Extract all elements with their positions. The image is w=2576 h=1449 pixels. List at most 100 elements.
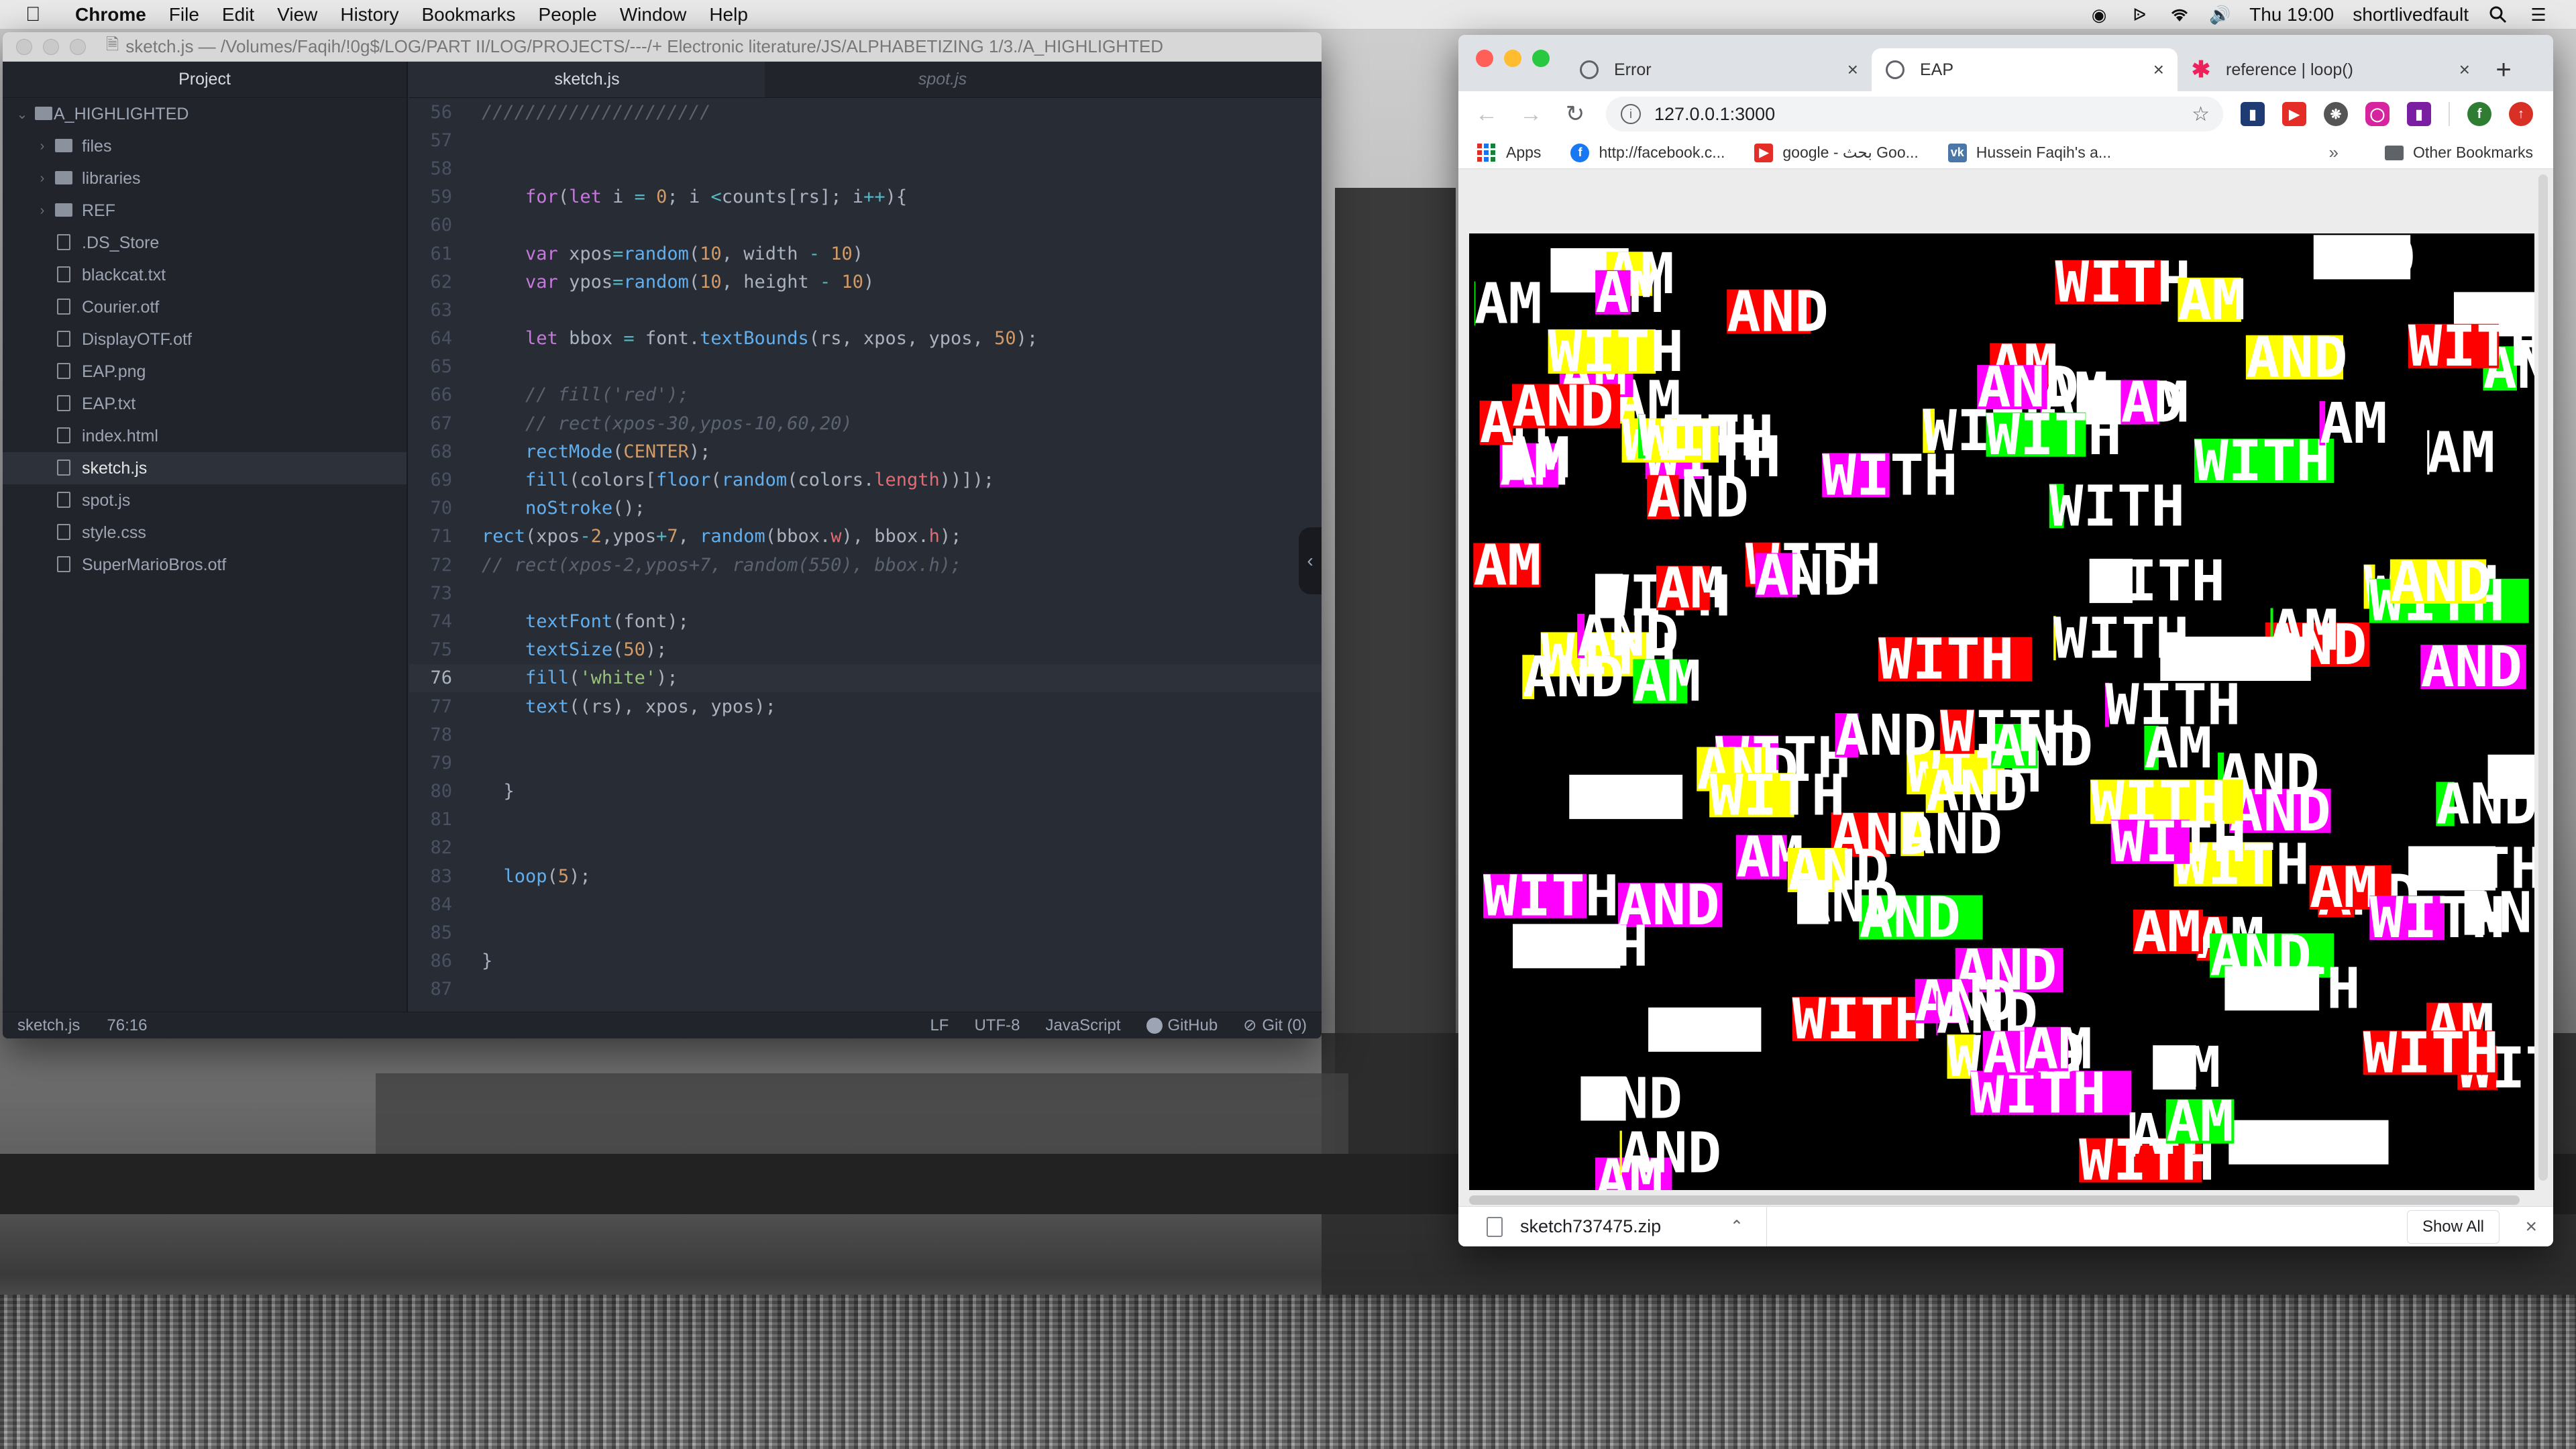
code-line[interactable]: 70 noStroke();: [409, 494, 1322, 523]
menu-app-name[interactable]: Chrome: [75, 4, 146, 25]
tree-file[interactable]: spot.js: [3, 484, 407, 517]
menu-view[interactable]: View: [277, 4, 317, 25]
extension-icon-1[interactable]: ▮: [2241, 102, 2265, 126]
volume-icon[interactable]: 🔊: [2209, 5, 2231, 25]
tree-file[interactable]: Courier.otf: [3, 291, 407, 323]
show-all-downloads-button[interactable]: Show All: [2406, 1210, 2500, 1244]
creative-cloud-icon[interactable]: ◉: [2088, 5, 2110, 25]
code-line[interactable]: 66 // fill('red');: [409, 381, 1322, 409]
code-line[interactable]: 83 loop(5);: [409, 862, 1322, 890]
update-icon[interactable]: ↑: [2509, 102, 2533, 126]
code-line[interactable]: 57: [409, 126, 1322, 154]
menu-file[interactable]: File: [169, 4, 199, 25]
tree-file[interactable]: SuperMarioBros.otf: [3, 549, 407, 581]
menu-window[interactable]: Window: [620, 4, 687, 25]
tree-file[interactable]: DisplayOTF.otf: [3, 323, 407, 356]
code-line[interactable]: 87: [409, 975, 1322, 1004]
code-line[interactable]: 76 fill('white');: [409, 663, 1322, 692]
code-line[interactable]: 73: [409, 579, 1322, 607]
close-downloads-bar-icon[interactable]: ×: [2525, 1216, 2537, 1238]
menu-history[interactable]: History: [340, 4, 398, 25]
close-tab-icon[interactable]: ×: [2459, 59, 2470, 80]
editor-titlebar[interactable]: 🗎 sketch.js — /Volumes/Faqih/!0g$/LOG/PA…: [3, 32, 1322, 62]
apple-icon[interactable]: : [25, 3, 52, 26]
close-window-button[interactable]: [1476, 50, 1493, 67]
minimize-window-button[interactable]: [1504, 50, 1521, 67]
menu-people[interactable]: People: [539, 4, 597, 25]
collapse-panel-handle[interactable]: ‹: [1299, 527, 1322, 594]
code-line[interactable]: 82: [409, 834, 1322, 862]
bookmark-apps[interactable]: Apps: [1477, 144, 1541, 162]
code-editor[interactable]: 56 ///////////////////// 57 58 59 for(let i …: [409, 98, 1322, 1012]
extension-icon-5[interactable]: ▮: [2407, 102, 2431, 126]
code-line[interactable]: 72 // rect(xpos-2,ypos+7, random(550), bb…: [409, 551, 1322, 579]
wifi-icon[interactable]: [2169, 5, 2190, 24]
code-line[interactable]: 85: [409, 918, 1322, 947]
other-bookmarks[interactable]: Other Bookmarks: [2385, 144, 2533, 162]
tab-spot-js[interactable]: spot.js: [765, 62, 1120, 97]
reload-icon[interactable]: ↻: [1562, 101, 1589, 127]
code-line[interactable]: 86}: [409, 947, 1322, 975]
code-line[interactable]: 58: [409, 154, 1322, 182]
tree-folder-ref[interactable]: › REF: [3, 195, 407, 227]
code-line[interactable]: 84: [409, 890, 1322, 918]
chrome-tab-eap[interactable]: EAP ×: [1872, 48, 2178, 91]
code-line[interactable]: 59 for(let i = 0; i <counts[rs]; i++){: [409, 183, 1322, 211]
status-file-name[interactable]: sketch.js: [17, 1016, 80, 1035]
status-line-ending[interactable]: LF: [930, 1016, 949, 1035]
tree-file[interactable]: index.html: [3, 420, 407, 452]
chevron-up-icon[interactable]: ⌃: [1730, 1217, 1743, 1236]
bluetooth-icon[interactable]: ᐉ: [2129, 5, 2150, 25]
tree-file[interactable]: blackcat.txt: [3, 259, 407, 291]
zoom-window-button[interactable]: [1532, 50, 1550, 67]
code-line[interactable]: 75 textSize(50);: [409, 636, 1322, 664]
user-name[interactable]: shortlivedfault: [2353, 4, 2469, 25]
code-line[interactable]: 67 // rect(xpos-30,ypos-10,60,20): [409, 409, 1322, 437]
bookmark-star-icon[interactable]: ☆: [2192, 103, 2210, 126]
status-git[interactable]: ⊘ Git (0): [1243, 1016, 1307, 1035]
code-line[interactable]: 80 }: [409, 777, 1322, 806]
code-line[interactable]: 71 rect(xpos-2,ypos+7, random(bbox.w), bb…: [409, 523, 1322, 551]
project-tree-header[interactable]: Project: [3, 62, 407, 98]
close-window-button[interactable]: [16, 38, 32, 55]
bookmark-facebook[interactable]: f http://facebook.c...: [1570, 143, 1725, 162]
code-line[interactable]: 56 /////////////////////: [409, 98, 1322, 126]
tab-sketch-js[interactable]: sketch.js: [409, 62, 765, 97]
spotlight-search-icon[interactable]: [2487, 5, 2509, 24]
extension-icon-3[interactable]: ❋: [2324, 102, 2348, 126]
bookmark-google-search[interactable]: ▶ google - بحث Goo...: [1754, 143, 1919, 162]
code-line[interactable]: 78: [409, 720, 1322, 749]
close-tab-icon[interactable]: ×: [2153, 59, 2164, 80]
chrome-tab-error[interactable]: Error ×: [1566, 48, 1872, 91]
p5-canvas[interactable]: ANDWITHWITHWITHAMAMAMWITHANDANDWITHANDAN…: [1469, 233, 2534, 1190]
vertical-scrollbar[interactable]: [2538, 174, 2548, 1181]
notification-center-icon[interactable]: ☰: [2528, 5, 2549, 25]
youtube-extension-icon[interactable]: ▶: [2282, 102, 2306, 126]
tree-file[interactable]: sketch.js: [3, 452, 407, 484]
profile-avatar[interactable]: f: [2467, 102, 2491, 126]
tree-file[interactable]: EAP.txt: [3, 388, 407, 420]
tree-root-folder[interactable]: ⌄ A_HIGHLIGHTED: [3, 98, 407, 130]
chrome-tab-reference-loop[interactable]: ✱ reference | loop() ×: [2178, 48, 2483, 91]
menu-bookmarks[interactable]: Bookmarks: [421, 4, 515, 25]
menu-help[interactable]: Help: [709, 4, 748, 25]
instagram-extension-icon[interactable]: ◯: [2365, 102, 2390, 126]
tree-file[interactable]: EAP.png: [3, 356, 407, 388]
clock[interactable]: Thu 19:00: [2249, 4, 2334, 25]
code-line[interactable]: 63: [409, 296, 1322, 324]
address-bar[interactable]: i 127.0.0.1:3000 ☆: [1606, 97, 2223, 131]
code-line[interactable]: 68 rectMode(CENTER);: [409, 437, 1322, 466]
menu-edit[interactable]: Edit: [222, 4, 254, 25]
back-arrow-icon[interactable]: ←: [1473, 101, 1500, 127]
status-cursor-position[interactable]: 76:16: [107, 1016, 147, 1035]
tree-folder-libraries[interactable]: › libraries: [3, 162, 407, 195]
status-grammar[interactable]: JavaScript: [1045, 1016, 1120, 1035]
new-tab-button[interactable]: +: [2483, 48, 2524, 91]
bookmarks-overflow-icon[interactable]: »: [2329, 142, 2339, 163]
tree-file[interactable]: style.css: [3, 517, 407, 549]
download-item[interactable]: sketch737475.zip ⌃: [1458, 1206, 1767, 1246]
code-line[interactable]: 69 fill(colors[floor(random(colors.lengt…: [409, 466, 1322, 494]
code-line[interactable]: 65: [409, 353, 1322, 381]
status-github[interactable]: GitHub: [1146, 1016, 1218, 1035]
site-info-icon[interactable]: i: [1621, 104, 1641, 124]
